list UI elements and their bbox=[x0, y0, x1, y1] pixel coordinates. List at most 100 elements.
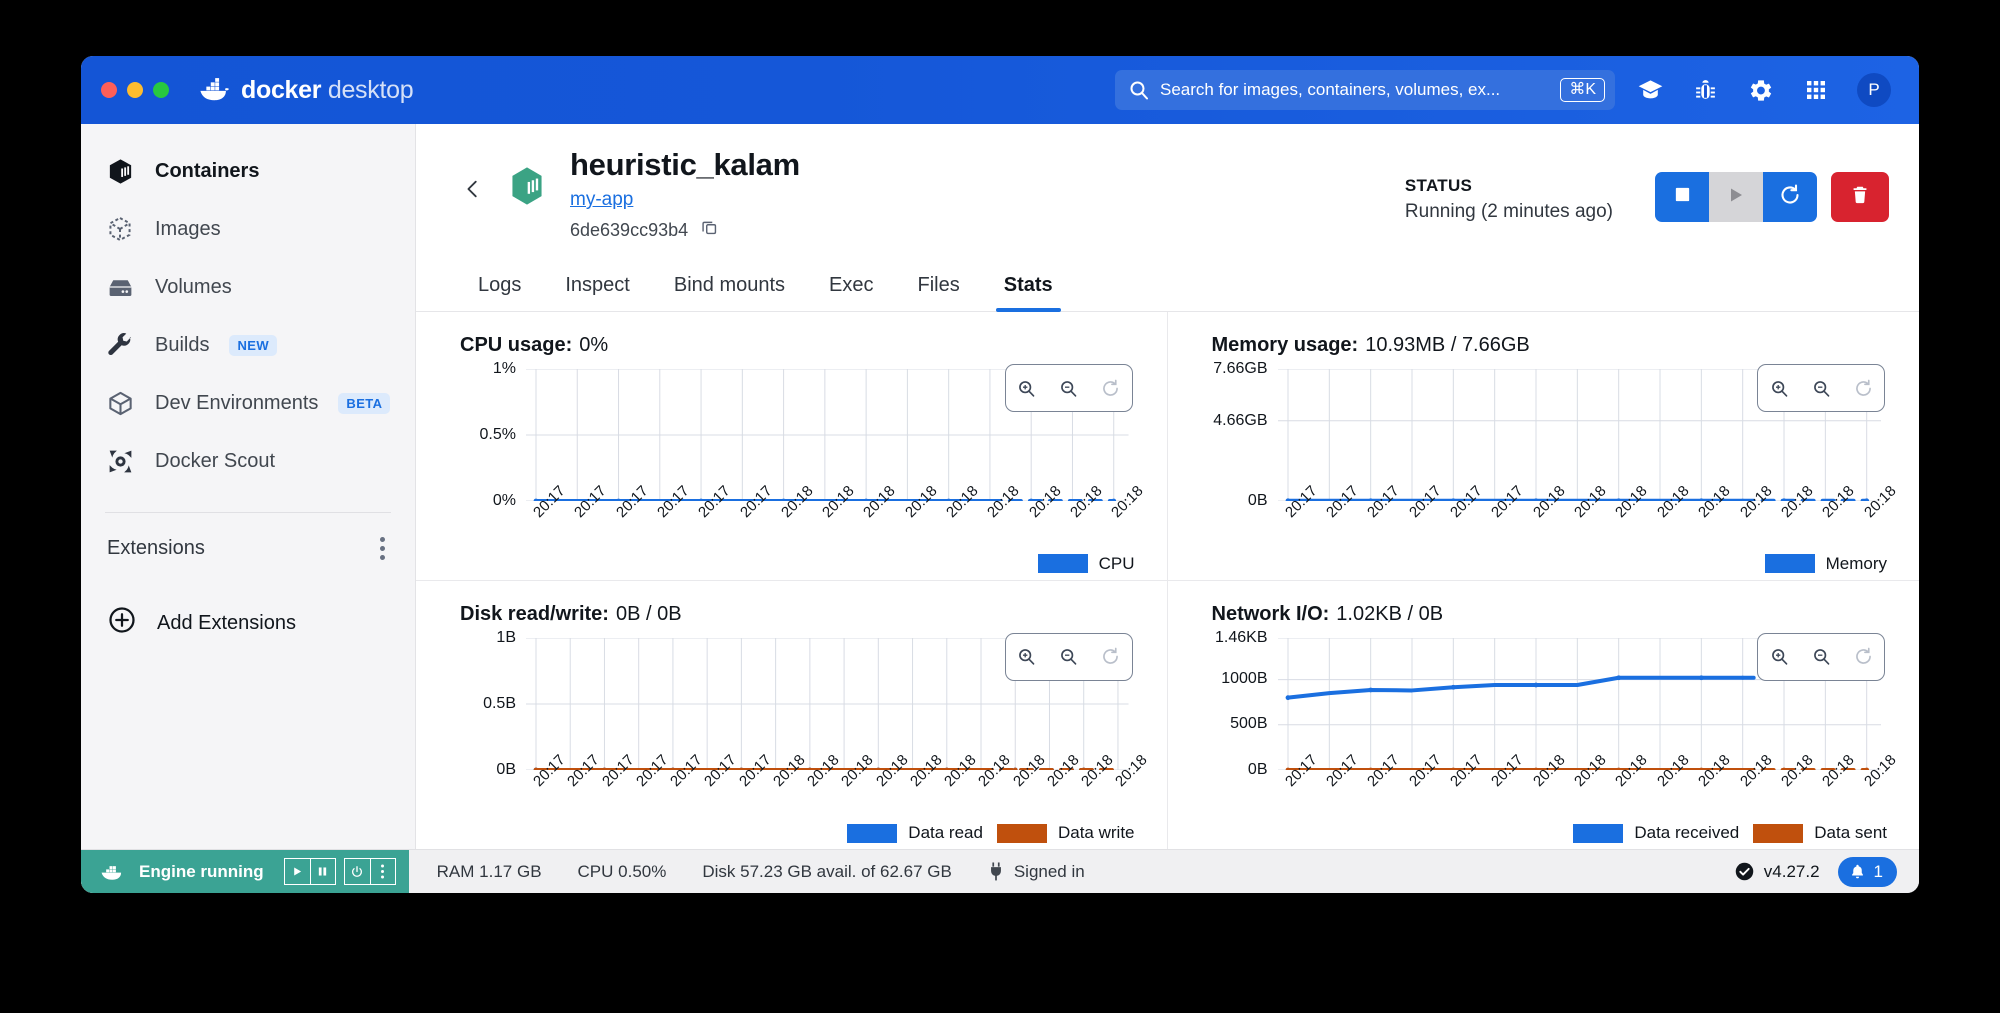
signed-in-label: Signed in bbox=[1014, 862, 1085, 882]
sidebar-item-label: Builds bbox=[155, 334, 209, 357]
chart-network-io: Network I/O:1.02KB / 0B 0B500B1000B1.46K… bbox=[1168, 581, 1920, 849]
chart-title: Disk read/write:0B / 0B bbox=[438, 603, 1137, 626]
engine-pause-button[interactable] bbox=[310, 858, 336, 885]
container-image-link[interactable]: my-app bbox=[570, 189, 633, 211]
search-icon bbox=[1129, 80, 1149, 100]
tab-files[interactable]: Files bbox=[896, 264, 982, 311]
chart-title: Memory usage:10.93MB / 7.66GB bbox=[1190, 334, 1890, 357]
reset-icon[interactable] bbox=[1100, 378, 1121, 399]
bug-icon[interactable] bbox=[1692, 77, 1719, 104]
container-icon-large bbox=[506, 164, 548, 213]
y-tick-label: 7.66GB bbox=[1213, 360, 1267, 378]
check-circle-icon bbox=[1734, 861, 1755, 882]
zoom-in-icon[interactable] bbox=[1016, 378, 1037, 399]
sidebar-item-volumes[interactable]: Volumes bbox=[81, 258, 415, 316]
copy-icon[interactable] bbox=[700, 218, 719, 242]
maximize-window-button[interactable] bbox=[153, 82, 169, 98]
apps-grid-icon[interactable] bbox=[1802, 77, 1829, 104]
run-controls-group bbox=[1655, 172, 1817, 222]
page-title: heuristic_kalam bbox=[570, 146, 800, 183]
reset-icon[interactable] bbox=[1853, 646, 1874, 667]
tab-stats[interactable]: Stats bbox=[982, 264, 1075, 311]
stop-button[interactable] bbox=[1655, 172, 1709, 222]
chart-title-label: Memory usage: bbox=[1212, 334, 1359, 356]
version-label: v4.27.2 bbox=[1764, 862, 1820, 882]
zoom-in-icon[interactable] bbox=[1016, 646, 1037, 667]
engine-power-button[interactable] bbox=[344, 858, 370, 885]
restart-button[interactable] bbox=[1763, 172, 1817, 222]
sidebar-item-containers[interactable]: Containers bbox=[81, 142, 415, 200]
legend-item[interactable]: Data read bbox=[847, 823, 983, 843]
gear-icon[interactable] bbox=[1747, 77, 1774, 104]
sidebar-item-dev-environments[interactable]: Dev Environments BETA bbox=[81, 374, 415, 432]
zoom-in-icon[interactable] bbox=[1769, 378, 1790, 399]
plus-circle-icon bbox=[107, 605, 137, 641]
reset-icon[interactable] bbox=[1100, 646, 1121, 667]
search-shortcut-badge: ⌘K bbox=[1560, 78, 1605, 103]
engine-more-button[interactable] bbox=[370, 858, 396, 885]
y-tick-label: 1000B bbox=[1221, 670, 1267, 688]
engine-controls bbox=[284, 858, 396, 885]
zoom-out-icon[interactable] bbox=[1811, 378, 1832, 399]
brand-docker: docker bbox=[241, 76, 321, 104]
reset-icon[interactable] bbox=[1853, 378, 1874, 399]
main-content: heuristic_kalam my-app 6de639cc93b4 STAT… bbox=[416, 124, 1919, 849]
chart-cpu-usage: CPU usage:0% 0%0.5%1% 20:1720:1720:1720:… bbox=[416, 312, 1168, 580]
add-extensions-button[interactable]: Add Extensions bbox=[81, 593, 415, 653]
stats-charts-grid: CPU usage:0% 0%0.5%1% 20:1720:1720:1720:… bbox=[416, 312, 1919, 849]
search-input[interactable]: Search for images, containers, volumes, … bbox=[1115, 70, 1615, 110]
docker-scout-icon bbox=[105, 446, 135, 476]
back-button[interactable] bbox=[456, 172, 490, 206]
y-tick-label: 4.66GB bbox=[1213, 412, 1267, 430]
sidebar-item-builds[interactable]: Builds NEW bbox=[81, 316, 415, 374]
minimize-window-button[interactable] bbox=[127, 82, 143, 98]
tab-logs[interactable]: Logs bbox=[456, 264, 543, 311]
legend-item[interactable]: Data sent bbox=[1753, 823, 1887, 843]
play-icon bbox=[1726, 185, 1746, 210]
chart-disk-read-write: Disk read/write:0B / 0B 0B0.5B1B 20:1720… bbox=[416, 581, 1168, 849]
legend-item[interactable]: CPU bbox=[1038, 554, 1135, 574]
sidebar-item-docker-scout[interactable]: Docker Scout bbox=[81, 432, 415, 490]
sidebar-item-images[interactable]: Images bbox=[81, 200, 415, 258]
zoom-out-icon[interactable] bbox=[1058, 646, 1079, 667]
learning-center-icon[interactable] bbox=[1637, 77, 1664, 104]
zoom-out-icon[interactable] bbox=[1058, 378, 1079, 399]
extensions-more-icon[interactable] bbox=[380, 537, 385, 560]
engine-power-group bbox=[344, 858, 396, 885]
engine-start-button[interactable] bbox=[284, 858, 310, 885]
stop-icon bbox=[1673, 185, 1692, 209]
container-identity: heuristic_kalam my-app 6de639cc93b4 bbox=[570, 146, 800, 242]
status-bar-right: v4.27.2 1 bbox=[1734, 857, 1919, 887]
zoom-out-icon[interactable] bbox=[1811, 646, 1832, 667]
tab-bind-mounts[interactable]: Bind mounts bbox=[652, 264, 807, 311]
y-tick-label: 0B bbox=[496, 761, 516, 779]
legend-swatch bbox=[1765, 554, 1815, 573]
legend-item[interactable]: Memory bbox=[1765, 554, 1887, 574]
tab-exec[interactable]: Exec bbox=[807, 264, 895, 311]
chart-legend: Data read Data write bbox=[847, 823, 1134, 843]
container-actions bbox=[1655, 146, 1889, 222]
legend-label: Data write bbox=[1058, 823, 1135, 843]
avatar[interactable]: P bbox=[1857, 73, 1891, 107]
sidebar-extensions-header[interactable]: Extensions bbox=[81, 523, 415, 573]
chart-zoom-controls bbox=[1005, 364, 1133, 412]
sidebar-item-label: Containers bbox=[155, 160, 259, 183]
status-label: STATUS bbox=[1405, 176, 1613, 196]
zoom-in-icon[interactable] bbox=[1769, 646, 1790, 667]
engine-status-pill: Engine running bbox=[81, 850, 409, 894]
docker-desktop-window: docker desktop Search for images, contai… bbox=[81, 56, 1919, 893]
signed-in-status[interactable]: Signed in bbox=[988, 862, 1085, 882]
add-extensions-label: Add Extensions bbox=[157, 612, 296, 635]
chart-memory-usage: Memory usage:10.93MB / 7.66GB 0B4.66GB7.… bbox=[1168, 312, 1920, 580]
delete-button[interactable] bbox=[1831, 172, 1889, 222]
legend-item[interactable]: Data write bbox=[997, 823, 1135, 843]
tab-inspect[interactable]: Inspect bbox=[543, 264, 651, 311]
close-window-button[interactable] bbox=[101, 82, 117, 98]
start-button bbox=[1709, 172, 1763, 222]
version-indicator[interactable]: v4.27.2 bbox=[1734, 861, 1820, 882]
resource-stats: RAM 1.17 GB CPU 0.50% Disk 57.23 GB avai… bbox=[437, 862, 1085, 882]
notifications-button[interactable]: 1 bbox=[1838, 857, 1897, 887]
legend-item[interactable]: Data received bbox=[1573, 823, 1739, 843]
chart-title-label: CPU usage: bbox=[460, 334, 572, 356]
legend-swatch bbox=[847, 824, 897, 843]
